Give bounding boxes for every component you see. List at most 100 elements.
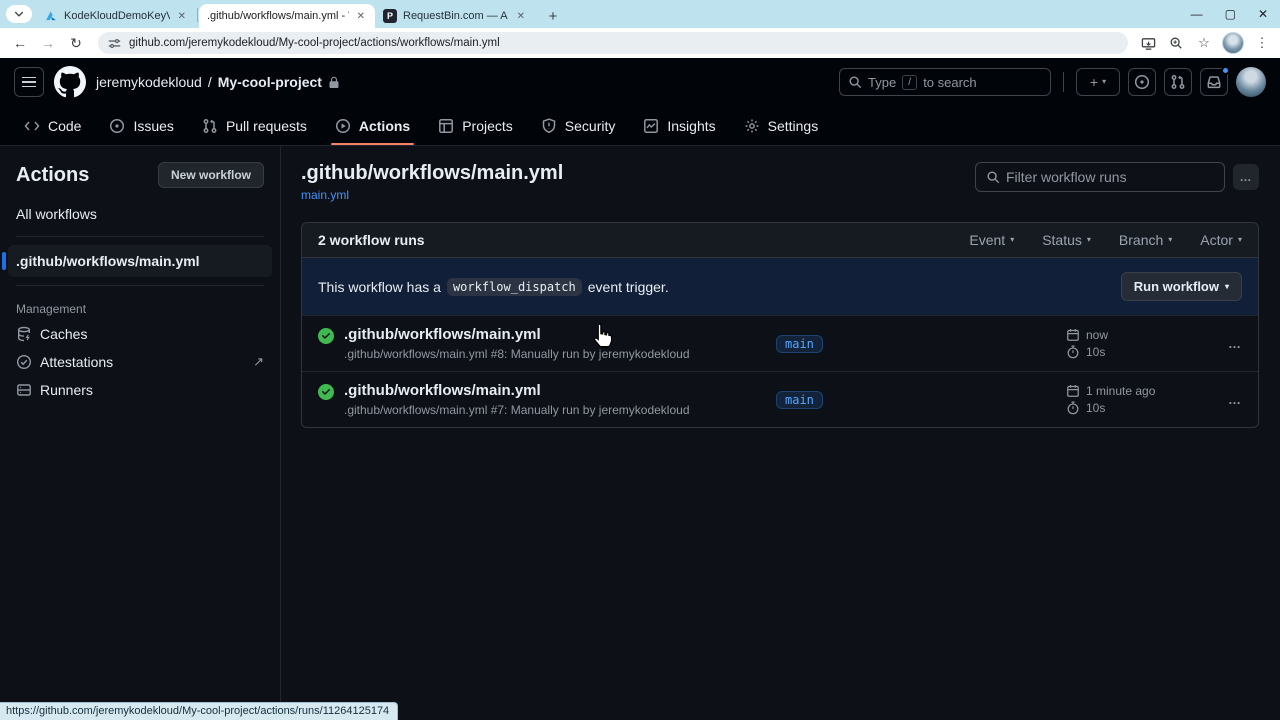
caret-down-icon: ▾ bbox=[1102, 77, 1107, 86]
server-icon bbox=[16, 382, 32, 398]
run-duration: 10s bbox=[1086, 345, 1106, 359]
tab-settings[interactable]: Settings bbox=[730, 106, 833, 145]
workflow-file-link[interactable]: main.yml bbox=[301, 188, 349, 202]
new-workflow-button[interactable]: New workflow bbox=[157, 162, 264, 188]
workflow-run-row[interactable]: .github/workflows/main.yml .github/workf… bbox=[302, 315, 1258, 371]
tab-label: Settings bbox=[767, 117, 819, 134]
notifications-button[interactable] bbox=[1200, 66, 1230, 96]
window-controls: — ▢ ✕ bbox=[1191, 0, 1276, 28]
sidebar-section-management: Management bbox=[16, 302, 87, 316]
workflow-run-row[interactable]: .github/workflows/main.yml .github/workf… bbox=[302, 371, 1258, 427]
forward-button[interactable]: → bbox=[36, 31, 60, 55]
breadcrumb-repo[interactable]: My-cool-project bbox=[218, 74, 322, 90]
browser-menu-icon[interactable]: ⋮ bbox=[1252, 33, 1272, 53]
search-icon bbox=[848, 75, 862, 89]
repo-nav: Code Issues Pull requests Actions Projec… bbox=[0, 106, 1280, 146]
tab-actions[interactable]: Actions bbox=[321, 106, 424, 145]
tab-issues[interactable]: Issues bbox=[95, 106, 187, 145]
issues-header-button[interactable] bbox=[1128, 68, 1156, 96]
url-text[interactable]: github.com/jeremykodekloud/My-cool-proje… bbox=[129, 37, 500, 49]
filter-status-dropdown[interactable]: Status ▾ bbox=[1042, 232, 1091, 248]
tab-list-chevron-button[interactable] bbox=[6, 5, 32, 23]
send-to-device-icon[interactable] bbox=[1138, 33, 1158, 53]
run-description: .github/workflows/main.yml #8: Manually … bbox=[344, 347, 690, 361]
branch-badge[interactable]: main bbox=[776, 334, 823, 353]
address-bar[interactable]: github.com/jeremykodekloud/My-cool-proje… bbox=[98, 32, 1128, 54]
tab-close-icon[interactable]: ✕ bbox=[355, 11, 367, 22]
refresh-button[interactable]: ↻ bbox=[64, 31, 88, 55]
run-title-link[interactable]: .github/workflows/main.yml bbox=[344, 382, 690, 399]
tab-projects[interactable]: Projects bbox=[424, 106, 527, 145]
search-placeholder-post: to search bbox=[923, 74, 977, 90]
tab-label: Insights bbox=[667, 117, 716, 134]
github-logo-icon[interactable] bbox=[54, 66, 86, 98]
calendar-icon bbox=[1066, 384, 1080, 398]
close-window-button[interactable]: ✕ bbox=[1258, 7, 1268, 21]
tab-close-icon[interactable]: ✕ bbox=[176, 11, 188, 22]
workflow-options-kebab-button[interactable]: … bbox=[1233, 164, 1259, 190]
filter-branch-dropdown[interactable]: Branch ▾ bbox=[1119, 232, 1172, 248]
tab-pull-requests[interactable]: Pull requests bbox=[188, 106, 321, 145]
browser-tab-workflow-active[interactable]: .github/workflows/main.yml - W ✕ bbox=[199, 4, 375, 28]
filter-input-field[interactable] bbox=[1006, 169, 1214, 185]
run-workflow-button[interactable]: Run workflow ▾ bbox=[1120, 272, 1242, 301]
github-user-avatar[interactable] bbox=[1236, 67, 1266, 97]
sidebar-item-attestations[interactable]: Attestations ↗ bbox=[0, 348, 280, 376]
caret-down-icon: ▾ bbox=[1086, 235, 1091, 244]
browser-profile-avatar[interactable] bbox=[1222, 32, 1244, 54]
issue-opened-icon bbox=[1134, 74, 1150, 90]
maximize-button[interactable]: ▢ bbox=[1225, 7, 1236, 21]
run-time: now bbox=[1086, 328, 1109, 342]
tab-label: Issues bbox=[133, 117, 174, 134]
filter-workflow-runs-input[interactable] bbox=[975, 162, 1225, 192]
table-icon bbox=[439, 118, 454, 133]
run-duration: 10s bbox=[1086, 401, 1106, 415]
branch-badge[interactable]: main bbox=[776, 390, 823, 409]
filter-actor-dropdown[interactable]: Actor ▾ bbox=[1200, 232, 1242, 248]
sidebar-item-runners[interactable]: Runners bbox=[0, 376, 280, 404]
bookmark-star-icon[interactable]: ☆ bbox=[1194, 33, 1214, 53]
site-info-icon[interactable] bbox=[108, 37, 121, 50]
pipedream-favicon-icon: P bbox=[383, 9, 397, 23]
minimize-button[interactable]: — bbox=[1191, 7, 1203, 21]
sidebar-divider bbox=[16, 236, 264, 237]
workflow-title-block: .github/workflows/main.yml main.yml bbox=[301, 162, 563, 204]
github-search-input[interactable]: Type / to search bbox=[839, 68, 1051, 96]
sidebar-item-caches[interactable]: Caches bbox=[0, 320, 280, 348]
run-description: .github/workflows/main.yml #7: Manually … bbox=[344, 403, 690, 417]
back-button[interactable]: ← bbox=[8, 31, 32, 55]
tab-close-icon[interactable]: ✕ bbox=[515, 11, 527, 22]
runs-filters: Event ▾ Status ▾ Branch ▾ Actor ▾ bbox=[969, 232, 1242, 248]
run-options-kebab-button[interactable]: … bbox=[1228, 392, 1242, 407]
tab-code[interactable]: Code bbox=[10, 106, 95, 145]
hamburger-menu-button[interactable] bbox=[14, 67, 44, 97]
workflow-main: .github/workflows/main.yml main.yml … 2 … bbox=[281, 146, 1280, 720]
filter-event-dropdown[interactable]: Event ▾ bbox=[969, 232, 1014, 248]
graph-icon bbox=[644, 118, 659, 133]
browser-tab-requestbin[interactable]: P RequestBin.com — A modern r ✕ bbox=[375, 4, 535, 28]
tab-insights[interactable]: Insights bbox=[629, 106, 729, 145]
header-divider bbox=[1063, 72, 1064, 92]
tab-label: Code bbox=[48, 117, 82, 134]
runs-panel-header: 2 workflow runs Event ▾ Status ▾ Branch ▾ A… bbox=[302, 223, 1258, 258]
tab-security[interactable]: Security bbox=[527, 106, 630, 145]
run-options-kebab-button[interactable]: … bbox=[1228, 336, 1242, 351]
tab-title: .github/workflows/main.yml - W bbox=[207, 10, 349, 22]
stopwatch-icon bbox=[1066, 345, 1080, 359]
page-content: Actions New workflow All workflows .gith… bbox=[0, 146, 1280, 720]
run-title-link[interactable]: .github/workflows/main.yml bbox=[344, 326, 690, 343]
breadcrumb-separator: / bbox=[207, 74, 212, 90]
new-tab-button[interactable]: + bbox=[541, 4, 565, 28]
actions-sidebar: Actions New workflow All workflows .gith… bbox=[0, 146, 281, 720]
sidebar-item-all-workflows[interactable]: All workflows bbox=[8, 200, 272, 228]
breadcrumb-owner[interactable]: jeremykodekloud bbox=[96, 74, 202, 90]
pull-requests-header-button[interactable] bbox=[1164, 68, 1192, 96]
create-new-button[interactable]: + ▾ bbox=[1076, 68, 1120, 96]
browser-toolbar: ← → ↻ github.com/jeremykodekloud/My-cool… bbox=[0, 28, 1280, 58]
shield-icon bbox=[542, 117, 556, 133]
browser-tab-keyvault[interactable]: KodeKloudDemoKeyVault - Mic ✕ bbox=[36, 4, 196, 28]
sidebar-divider bbox=[16, 285, 264, 286]
sidebar-item-selected-workflow[interactable]: .github/workflows/main.yml bbox=[2, 245, 272, 277]
browser-tabs: KodeKloudDemoKeyVault - Mic ✕ .github/wo… bbox=[36, 0, 535, 28]
zoom-page-icon[interactable] bbox=[1166, 33, 1186, 53]
